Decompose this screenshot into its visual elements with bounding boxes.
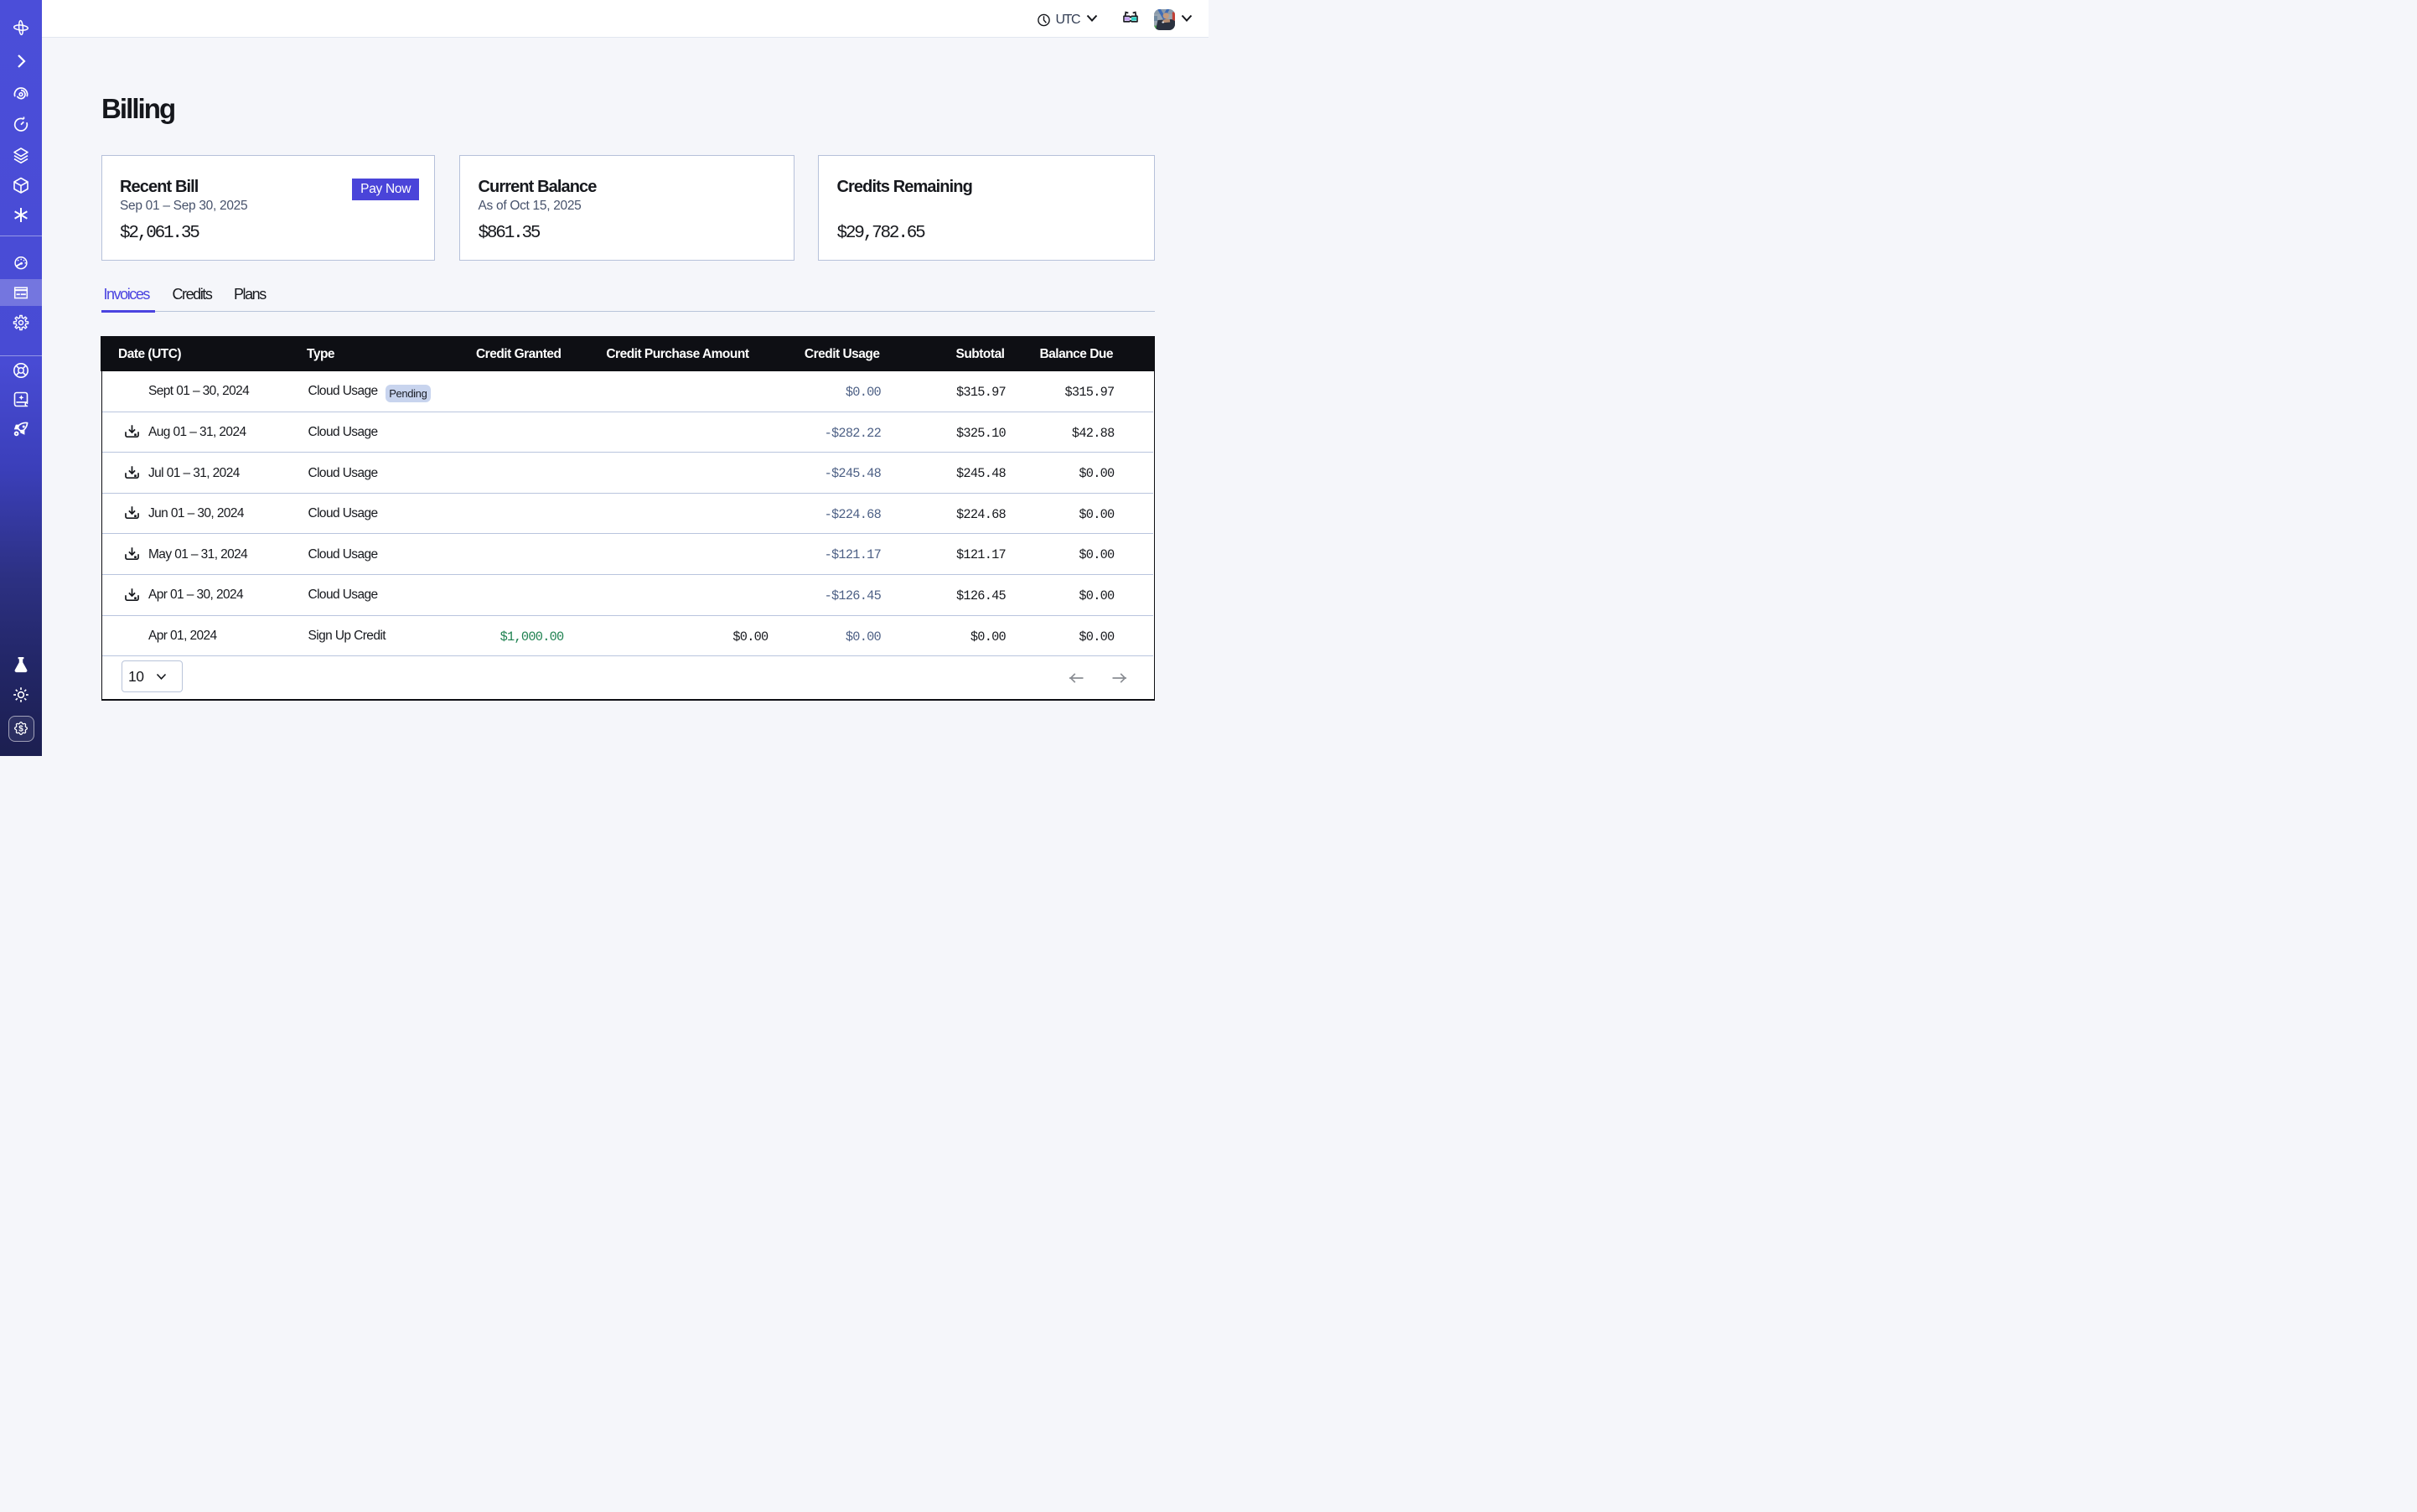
svg-text:$: $ (18, 724, 23, 733)
